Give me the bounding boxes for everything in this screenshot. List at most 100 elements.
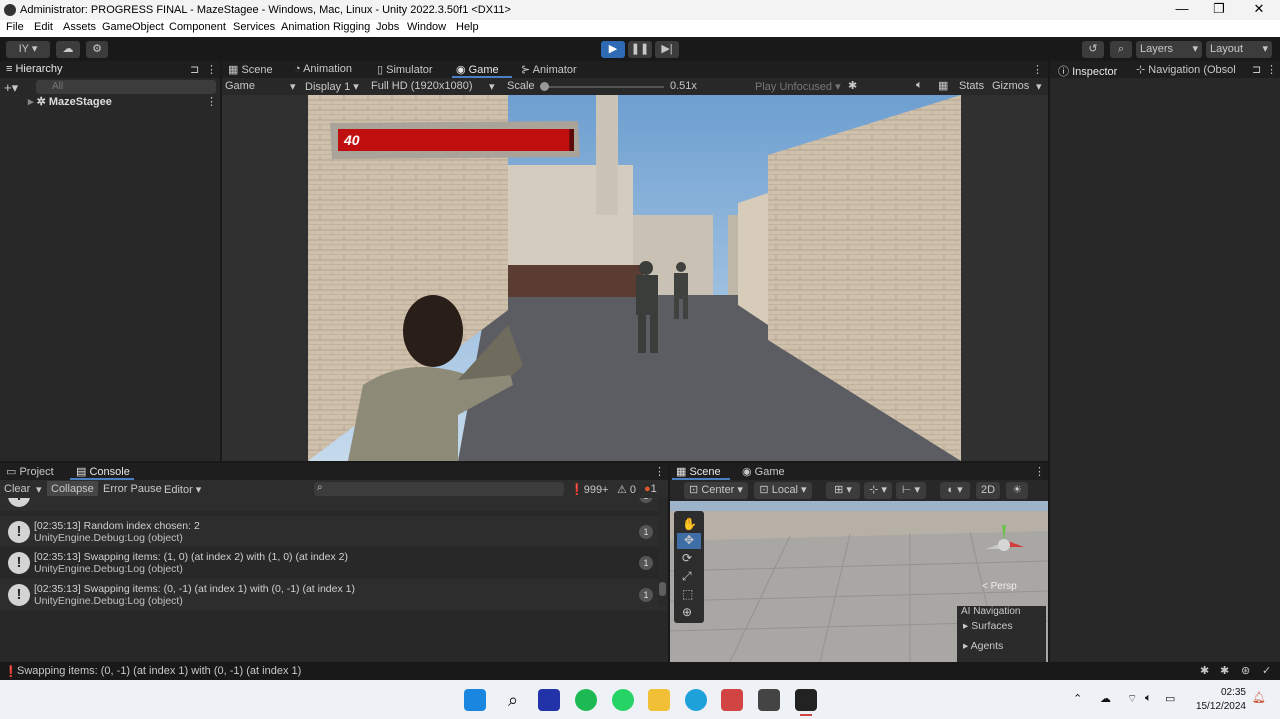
lighting-icon[interactable]: ☀: [1006, 482, 1028, 499]
console-row[interactable]: ! 3: [0, 498, 667, 511]
tab-scene-2[interactable]: ▦ Scene: [676, 465, 721, 478]
minimize-button[interactable]: —: [1167, 1, 1197, 19]
step-button[interactable]: ▶|: [655, 41, 679, 58]
network-icon[interactable]: ⊛: [1241, 664, 1250, 677]
menu-window[interactable]: Window: [407, 21, 446, 33]
nav-item-agents[interactable]: ▸ Agents: [963, 640, 1003, 652]
maximize-button[interactable]: ❐: [1204, 1, 1234, 19]
menu-file[interactable]: File: [6, 21, 24, 33]
error-pause-button[interactable]: Error Pause: [103, 483, 162, 495]
collab-icon[interactable]: ⚙: [86, 41, 108, 58]
debug-icon[interactable]: ✱: [1200, 664, 1209, 677]
clock-date[interactable]: 15/12/2024: [1192, 701, 1246, 712]
gizmos-button[interactable]: Gizmos: [992, 80, 1029, 92]
collapse-button[interactable]: Collapse: [47, 481, 98, 496]
increment-snap-icon[interactable]: ⊢ ▾: [896, 482, 926, 499]
check-icon[interactable]: ✓: [1262, 664, 1271, 677]
close-button[interactable]: ✕: [1244, 1, 1274, 19]
grid-snap-icon[interactable]: ⊞ ▾: [826, 482, 860, 499]
unity-editor-icon[interactable]: [795, 689, 817, 711]
menu-assets[interactable]: Assets: [63, 21, 96, 33]
menu-component[interactable]: Component: [169, 21, 226, 33]
more-icon[interactable]: ⋮: [206, 63, 217, 76]
space-dropdown[interactable]: ⊡ Local ▾: [754, 482, 812, 499]
unity-hub-icon[interactable]: [758, 689, 780, 711]
chevron-down-icon[interactable]: ▾: [36, 483, 42, 496]
move-tool-icon[interactable]: ✥: [677, 533, 701, 549]
play-mode-dropdown[interactable]: Play Unfocused ▾: [755, 80, 841, 93]
tab-inspector[interactable]: ⓘ Inspector: [1058, 63, 1117, 79]
tab-hierarchy[interactable]: ≡ Hierarchy: [6, 63, 63, 75]
vs-code-icon[interactable]: [538, 689, 560, 711]
console-row[interactable]: ! [02:35:13] Random index chosen: 2 Unit…: [0, 516, 667, 547]
tab-animation[interactable]: ◔ Animation: [294, 63, 352, 75]
snipping-tool-icon[interactable]: [721, 689, 743, 711]
cloud-icon[interactable]: ☁: [56, 41, 80, 58]
tray-chevron-icon[interactable]: ⌃: [1073, 692, 1082, 705]
layout-dropdown[interactable]: Layout ▾: [1206, 41, 1272, 58]
more-icon[interactable]: ⋮: [1034, 465, 1045, 478]
volume-icon[interactable]: 🔈︎: [1145, 692, 1152, 705]
tab-game-2[interactable]: ◉ Game: [742, 465, 785, 478]
cloud-off-icon[interactable]: ☁: [1100, 692, 1111, 705]
windows-start-icon[interactable]: [464, 689, 486, 711]
pivot-dropdown[interactable]: ⊡ Center ▾: [684, 482, 748, 499]
scale-slider[interactable]: [542, 86, 664, 88]
tab-project[interactable]: ▭ Project: [6, 465, 54, 478]
transform-tool-icon[interactable]: ⊕: [682, 605, 692, 619]
grid-icon[interactable]: ▦: [938, 79, 948, 92]
scale-tool-icon[interactable]: ⤢: [682, 569, 692, 584]
menu-services[interactable]: Services: [233, 21, 275, 33]
layers-dropdown[interactable]: Layers ▾: [1136, 41, 1202, 58]
graphics-icon[interactable]: ✱: [1220, 664, 1229, 677]
menu-animation-rigging[interactable]: Animation Rigging: [281, 21, 370, 33]
menu-jobs[interactable]: Jobs: [376, 21, 399, 33]
stats-button[interactable]: Stats: [959, 80, 984, 92]
menu-help[interactable]: Help: [456, 21, 479, 33]
more-icon[interactable]: ⋮: [654, 465, 665, 478]
rect-tool-icon[interactable]: ⬚: [682, 587, 693, 601]
nav-item-surfaces[interactable]: ▸ Surfaces: [963, 620, 1013, 632]
warning-count-toggle[interactable]: ⚠ 0: [617, 483, 636, 496]
add-icon[interactable]: +▾: [4, 80, 18, 96]
tab-navigation[interactable]: ⊹ Navigation (Obsol: [1136, 63, 1236, 76]
whatsapp-icon[interactable]: [612, 689, 634, 711]
edge-icon[interactable]: [685, 689, 707, 711]
lock-icon[interactable]: ⊐: [190, 63, 199, 76]
perspective-label[interactable]: < Persp: [982, 581, 1017, 592]
console-search-input[interactable]: ⌕: [314, 482, 564, 496]
display-dropdown[interactable]: Display 1 ▾: [305, 80, 359, 93]
tab-animator[interactable]: ⊱ Animator: [521, 63, 577, 76]
log-count-toggle[interactable]: ❗999+: [570, 483, 608, 496]
lock-icon[interactable]: ⊐: [1252, 63, 1261, 76]
tab-game[interactable]: ◉ Game: [456, 63, 499, 76]
error-count-toggle[interactable]: ●1: [644, 483, 657, 495]
console-row[interactable]: ! [02:35:13] Swapping items: (1, 0) (at …: [0, 547, 667, 578]
hand-tool-icon[interactable]: ✋: [682, 517, 697, 531]
rotate-tool-icon[interactable]: ⟳: [682, 551, 692, 565]
menu-gameobject[interactable]: GameObject: [102, 21, 164, 33]
view-dropdown[interactable]: Game: [225, 80, 255, 92]
spotify-icon[interactable]: [575, 689, 597, 711]
more-icon[interactable]: ⋮: [1266, 63, 1277, 76]
draw-mode-icon[interactable]: ◐ ▾: [940, 482, 970, 499]
toggle-2d-button[interactable]: 2D: [976, 482, 1000, 499]
scrollbar-thumb[interactable]: [659, 582, 666, 596]
game-render[interactable]: 40: [308, 95, 961, 461]
status-message[interactable]: Swapping items: (0, -1) (at index 1) wit…: [17, 665, 301, 677]
hierarchy-root-item[interactable]: ▸ ✲ MazeStagee: [28, 95, 112, 108]
search-icon[interactable]: ⌕: [1110, 41, 1132, 58]
console-row[interactable]: ! [02:35:13] Swapping items: (0, -1) (at…: [0, 579, 667, 610]
editor-dropdown[interactable]: Editor ▾: [164, 483, 201, 496]
more-icon[interactable]: ⋮: [1032, 63, 1043, 76]
audio-icon[interactable]: 🔈︎: [916, 79, 923, 92]
play-button[interactable]: ▶: [601, 41, 625, 58]
scene-gizmo[interactable]: [982, 521, 1028, 565]
resolution-dropdown[interactable]: Full HD (1920x1080): [371, 80, 473, 92]
tab-simulator[interactable]: ▯ Simulator: [377, 63, 433, 76]
wifi-icon[interactable]: ⌔: [1127, 692, 1137, 706]
snap-icon[interactable]: ⊹ ▾: [864, 482, 892, 499]
battery-icon[interactable]: ▭: [1165, 692, 1175, 705]
scale-slider-handle[interactable]: [540, 82, 549, 91]
history-icon[interactable]: ↺: [1082, 41, 1104, 58]
